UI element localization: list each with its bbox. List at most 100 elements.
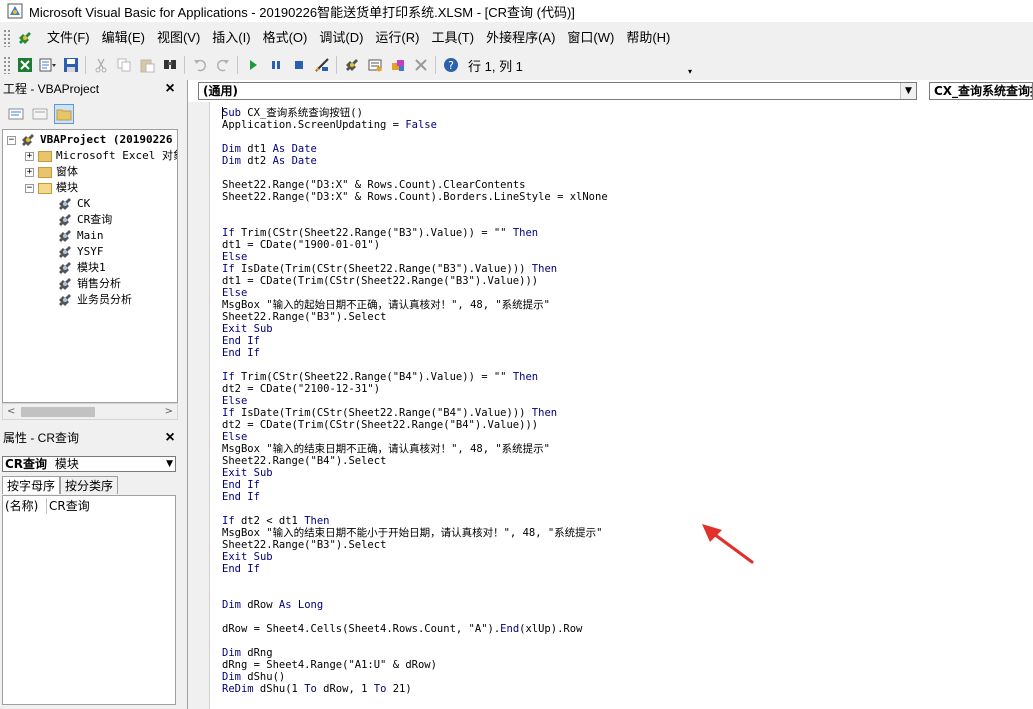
code-line[interactable]: If Trim(CStr(Sheet22.Range("B3").Value))… (222, 227, 538, 239)
code-line[interactable]: End If (222, 347, 260, 359)
menu-window[interactable]: 窗口(W) (561, 27, 620, 49)
tab-categorized[interactable]: 按分类序 (60, 476, 119, 494)
code-line[interactable]: Sheet22.Range("D3:X" & Rows.Count).Clear… (222, 179, 525, 191)
collapse-icon[interactable]: − (25, 183, 34, 193)
menu-file[interactable]: 文件(F) (41, 27, 96, 49)
chevron-down-icon[interactable]: ▼ (900, 83, 916, 99)
tree-root[interactable]: − VBAProject (20190226 (7, 132, 172, 148)
chevron-down-icon[interactable]: ▼ (166, 457, 173, 471)
code-line[interactable]: Sub CX_查询系统查询按钮() (222, 107, 363, 119)
project-panel-close-icon[interactable]: × (162, 79, 178, 99)
code-line[interactable]: Dim dShu() (222, 671, 285, 683)
code-line[interactable]: dt2 = CDate(Trim(CStr(Sheet22.Range("B4"… (222, 419, 538, 431)
tree-module-item[interactable]: 模块1 (57, 260, 106, 276)
reset-icon[interactable] (287, 54, 310, 76)
code-line[interactable]: ReDim dShu(1 To dRow, 1 To 21) (222, 683, 412, 695)
object-combo[interactable]: (通用) ▼ (198, 82, 917, 100)
menubar-grip[interactable] (3, 29, 11, 47)
code-line[interactable]: Sheet22.Range("D3:X" & Rows.Count).Borde… (222, 191, 608, 203)
menu-debug[interactable]: 调试(D) (313, 27, 369, 49)
code-line[interactable]: End If (222, 479, 260, 491)
project-explorer-icon[interactable] (340, 54, 363, 76)
code-line[interactable]: Dim dt1 As Date (222, 143, 317, 155)
scroll-left-icon[interactable]: < (7, 406, 15, 417)
procedure-combo[interactable]: CX_查询系统查询按钮 (929, 82, 1033, 100)
code-line[interactable]: MsgBox "输入的结束日期不正确，请认真核对！", 48, "系统提示" (222, 443, 550, 455)
scroll-thumb[interactable] (21, 407, 95, 417)
menu-run[interactable]: 运行(R) (369, 27, 425, 49)
copy-icon[interactable] (112, 54, 135, 76)
code-line[interactable]: Application.ScreenUpdating = False (222, 119, 437, 131)
run-icon[interactable] (241, 54, 264, 76)
code-line[interactable]: Else (222, 287, 247, 299)
code-line[interactable]: Exit Sub (222, 323, 273, 335)
pane-splitter[interactable] (181, 80, 186, 709)
tree-module-item[interactable]: 销售分析 (57, 276, 121, 292)
code-line[interactable]: MsgBox "输入的结束日期不能小于开始日期，请认真核对！", 48, "系统… (222, 527, 603, 539)
tree-module-item[interactable]: CK (57, 196, 90, 212)
properties-icon[interactable] (363, 54, 386, 76)
code-line[interactable]: Exit Sub (222, 551, 273, 563)
redo-icon[interactable] (211, 54, 234, 76)
menu-help[interactable]: 帮助(H) (620, 27, 676, 49)
toolbar-grip[interactable] (3, 56, 11, 74)
tree-folder-modules[interactable]: − 模块 (25, 180, 78, 196)
paste-icon[interactable] (135, 54, 158, 76)
tree-folder-excel-objects[interactable]: + Microsoft Excel 对象 (25, 148, 177, 164)
code-line[interactable]: Else (222, 395, 247, 407)
code-line[interactable]: Else (222, 251, 247, 263)
undo-icon[interactable] (188, 54, 211, 76)
code-line[interactable]: Sheet22.Range("B3").Select (222, 539, 386, 551)
toolbar-options-chevron-icon[interactable]: ▾ (685, 54, 695, 76)
code-line[interactable]: dt2 = CDate("2100-12-31") (222, 383, 380, 395)
find-icon[interactable] (158, 54, 181, 76)
code-line[interactable]: If Trim(CStr(Sheet22.Range("B4").Value))… (222, 371, 538, 383)
code-line[interactable]: MsgBox "输入的起始日期不正确，请认真核对！", 48, "系统提示" (222, 299, 550, 311)
expand-icon[interactable]: + (25, 167, 34, 177)
menu-format[interactable]: 格式(O) (257, 27, 314, 49)
code-line[interactable]: End If (222, 335, 260, 347)
code-line[interactable]: If IsDate(Trim(CStr(Sheet22.Range("B3").… (222, 263, 557, 275)
code-line[interactable]: If dt2 < dt1 Then (222, 515, 330, 527)
code-line[interactable]: dt1 = CDate("1900-01-01") (222, 239, 380, 251)
menu-addins[interactable]: 外接程序(A) (480, 27, 561, 49)
save-icon[interactable] (59, 54, 82, 76)
expand-icon[interactable]: + (25, 151, 34, 161)
view-code-icon[interactable] (6, 104, 26, 124)
code-line[interactable]: Sheet22.Range("B3").Select (222, 311, 386, 323)
toolbox-icon[interactable] (409, 54, 432, 76)
properties-panel-close-icon[interactable]: × (162, 428, 178, 448)
help-icon[interactable]: ? (439, 54, 462, 76)
design-mode-icon[interactable] (310, 54, 333, 76)
tree-module-item[interactable]: 业务员分析 (57, 292, 132, 308)
code-margin-indicator-bar[interactable] (188, 102, 210, 709)
tree-module-item[interactable]: Main (57, 228, 104, 244)
code-line[interactable]: dt1 = CDate(Trim(CStr(Sheet22.Range("B3"… (222, 275, 538, 287)
tree-module-item[interactable]: CR查询 (57, 212, 112, 228)
cut-icon[interactable] (89, 54, 112, 76)
property-row[interactable]: (名称) CR查询 (3, 498, 175, 514)
excel-view-icon[interactable] (13, 54, 36, 76)
code-line[interactable]: End If (222, 491, 260, 503)
scroll-right-icon[interactable]: > (165, 406, 173, 417)
tree-folder-forms[interactable]: + 窗体 (25, 164, 78, 180)
toggle-folders-icon[interactable] (54, 104, 74, 124)
code-line[interactable]: Dim dRow As Long (222, 599, 323, 611)
menu-insert[interactable]: 插入(I) (206, 27, 256, 49)
properties-object-combo[interactable]: CR查询 模块 ▼ (2, 456, 176, 472)
collapse-icon[interactable]: − (7, 135, 16, 145)
menu-edit[interactable]: 编辑(E) (96, 27, 151, 49)
code-line[interactable]: Exit Sub (222, 467, 273, 479)
menu-view[interactable]: 视图(V) (151, 27, 206, 49)
code-line[interactable]: Dim dRng (222, 647, 273, 659)
tab-alphabetic[interactable]: 按字母序 (2, 476, 61, 494)
menu-tools[interactable]: 工具(T) (425, 27, 480, 49)
code-line[interactable]: Sheet22.Range("B4").Select (222, 455, 386, 467)
code-line[interactable]: dRng = Sheet4.Range("A1:U" & dRow) (222, 659, 437, 671)
code-line[interactable]: Else (222, 431, 247, 443)
break-icon[interactable] (264, 54, 287, 76)
code-line[interactable]: If IsDate(Trim(CStr(Sheet22.Range("B4").… (222, 407, 557, 419)
code-line[interactable]: dRow = Sheet4.Cells(Sheet4.Rows.Count, "… (222, 623, 582, 635)
view-object-icon[interactable] (30, 104, 50, 124)
code-line[interactable]: Dim dt2 As Date (222, 155, 317, 167)
